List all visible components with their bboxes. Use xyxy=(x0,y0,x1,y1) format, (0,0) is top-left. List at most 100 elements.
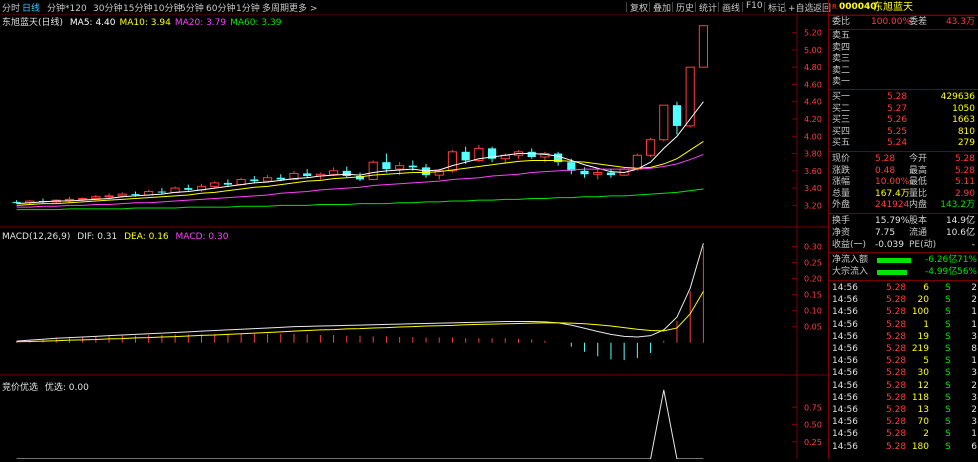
bidding-info-line: 竞价优选 优选: 0.00 xyxy=(2,380,93,393)
finance-value: 15.79% xyxy=(875,216,910,226)
buy-label: 买二 xyxy=(832,103,851,114)
tick-side: S xyxy=(945,380,951,391)
period-tab-8[interactable]: 1分钟 xyxy=(236,1,260,14)
macd-y-tick-label: 0.15 xyxy=(804,291,822,300)
bidding-line xyxy=(16,389,704,460)
buy-label: 买三 xyxy=(832,115,851,126)
quote-value: 0.48 xyxy=(875,165,896,176)
quote-label: 涨跌 xyxy=(832,165,851,176)
tick-count: 8 xyxy=(971,344,977,354)
buy-level-1: 买一 5.28 429636 xyxy=(829,92,978,103)
stock-name[interactable]: 东旭蓝天 xyxy=(873,2,913,13)
kline-y-tick-label: 4.60 xyxy=(804,80,822,89)
tick-time: 14:56 xyxy=(832,417,858,428)
period-tab-0[interactable]: 分时 xyxy=(2,1,20,14)
quote-panel: R 000040 东旭蓝天 委比 100.00% 委差 43.3万 卖五 卖四 卖三… xyxy=(828,0,978,459)
quote-value: 167.4万 xyxy=(875,188,910,199)
candle-body-down xyxy=(672,105,682,126)
period-tab-3[interactable]: 30分钟 xyxy=(93,1,122,14)
tool-button-2[interactable]: 历史 xyxy=(676,1,694,14)
period-tab-7[interactable]: 60分钟 xyxy=(206,1,235,14)
wei-bi-row: 委比 100.00% 委差 43.3万 xyxy=(829,17,978,28)
toolbar-separator xyxy=(809,2,810,12)
candle-body-up xyxy=(632,154,642,170)
wei-cha-value: 43.3万 xyxy=(945,17,975,27)
divider xyxy=(829,280,978,281)
tick-price: 5.28 xyxy=(886,283,907,293)
tool-button-4[interactable]: 画线 xyxy=(722,1,740,14)
tick-count: 1 xyxy=(971,307,977,318)
sell-label: 卖四 xyxy=(832,42,851,53)
period-tab-2[interactable]: 分钟*120 xyxy=(47,1,87,14)
tool-button-3[interactable]: 统计 xyxy=(699,1,717,14)
tick-count: 3 xyxy=(971,417,977,428)
period-tab-10[interactable]: 更多 > xyxy=(289,1,317,14)
tool-button-1[interactable]: 叠加 xyxy=(653,1,671,14)
tick-row: 14:56 5.28 13 S 2 xyxy=(829,405,978,416)
bidding-y-tick-label: 0.50 xyxy=(804,421,822,430)
quote-label: 涨幅 xyxy=(832,177,851,188)
buy-label: 买一 xyxy=(832,92,851,102)
quote-value: 5.28 xyxy=(954,154,975,164)
toolbar-separator xyxy=(742,2,743,12)
tick-time: 14:56 xyxy=(832,307,858,318)
candle-body-up xyxy=(64,198,75,201)
tick-volume: 19 xyxy=(917,331,929,342)
tick-time: 14:56 xyxy=(832,441,858,452)
finance-value: 10.6亿 xyxy=(945,228,975,238)
tick-price: 5.28 xyxy=(886,417,907,428)
ma-line-ma5 xyxy=(16,101,704,205)
ma-legend-3: MA60: 3.39 xyxy=(230,18,282,28)
period-tab-5[interactable]: 10分钟 xyxy=(153,1,182,14)
quote-value: 241924 xyxy=(875,200,910,211)
finance-row: 净资 7.75 流通 10.6亿 xyxy=(829,228,978,239)
quote-label: 外盘 xyxy=(832,200,851,211)
finance-label: 净资 xyxy=(832,228,851,238)
tick-row: 14:56 5.28 30 S 3 xyxy=(829,368,978,379)
ma-legend-2: MA20: 3.79 xyxy=(174,18,227,28)
tick-count: 3 xyxy=(971,392,977,403)
ma-legend-0: MA5: 4.40 xyxy=(69,18,116,28)
tick-side: S xyxy=(945,307,951,318)
tick-row: 14:56 5.28 2 S 1 xyxy=(829,429,978,440)
bidding-value: 优选: 0.00 xyxy=(44,383,89,393)
tick-count: 2 xyxy=(971,295,977,306)
sell-level-4: 卖四 xyxy=(829,43,978,54)
candle-body-up xyxy=(210,182,220,187)
divider xyxy=(829,15,978,16)
kline-y-tick-label: 5.20 xyxy=(804,29,822,38)
quote-row: 现价 5.28 今开 5.28 xyxy=(829,154,978,165)
quote-label: 总量 xyxy=(832,188,851,199)
finance-value: 7.75 xyxy=(875,228,896,238)
candle-body-down xyxy=(250,179,259,182)
buy-price: 5.25 xyxy=(887,126,908,137)
tick-count: 3 xyxy=(971,331,977,342)
tick-volume: 30 xyxy=(917,368,929,379)
buy-volume: 810 xyxy=(957,126,975,137)
candle-body-up xyxy=(262,177,273,182)
buy-volume: 1663 xyxy=(952,115,975,126)
period-tab-6[interactable]: 5分钟 xyxy=(180,1,204,14)
sell-level-3: 卖三 xyxy=(829,54,978,65)
tick-row: 14:56 5.28 70 S 3 xyxy=(829,417,978,428)
tool-button-5[interactable]: F10 xyxy=(746,1,763,11)
buy-price: 5.26 xyxy=(887,115,908,126)
tick-time: 14:56 xyxy=(832,344,858,354)
period-tab-1[interactable]: 日线 xyxy=(22,1,40,14)
tick-count: 1 xyxy=(971,356,977,367)
quote-value: 5.28 xyxy=(954,165,975,176)
tick-price: 5.28 xyxy=(886,429,907,440)
buy-price: 5.28 xyxy=(887,92,908,102)
tick-count: 3 xyxy=(971,368,977,379)
tool-button-0[interactable]: 复权 xyxy=(630,1,648,14)
period-tab-9[interactable]: 多周期 xyxy=(262,1,289,14)
candle-body-down xyxy=(223,182,233,185)
finance-value: 14.9亿 xyxy=(945,216,975,226)
tick-count: 2 xyxy=(971,283,977,293)
quote-value: 10.00% xyxy=(875,177,910,188)
tick-price: 5.28 xyxy=(886,380,907,391)
period-tab-4[interactable]: 15分钟 xyxy=(123,1,152,14)
tick-volume: 219 xyxy=(911,344,929,354)
quote-row: 涨跌 0.48 最高 5.28 xyxy=(829,166,978,177)
sell-label: 卖三 xyxy=(832,54,851,64)
